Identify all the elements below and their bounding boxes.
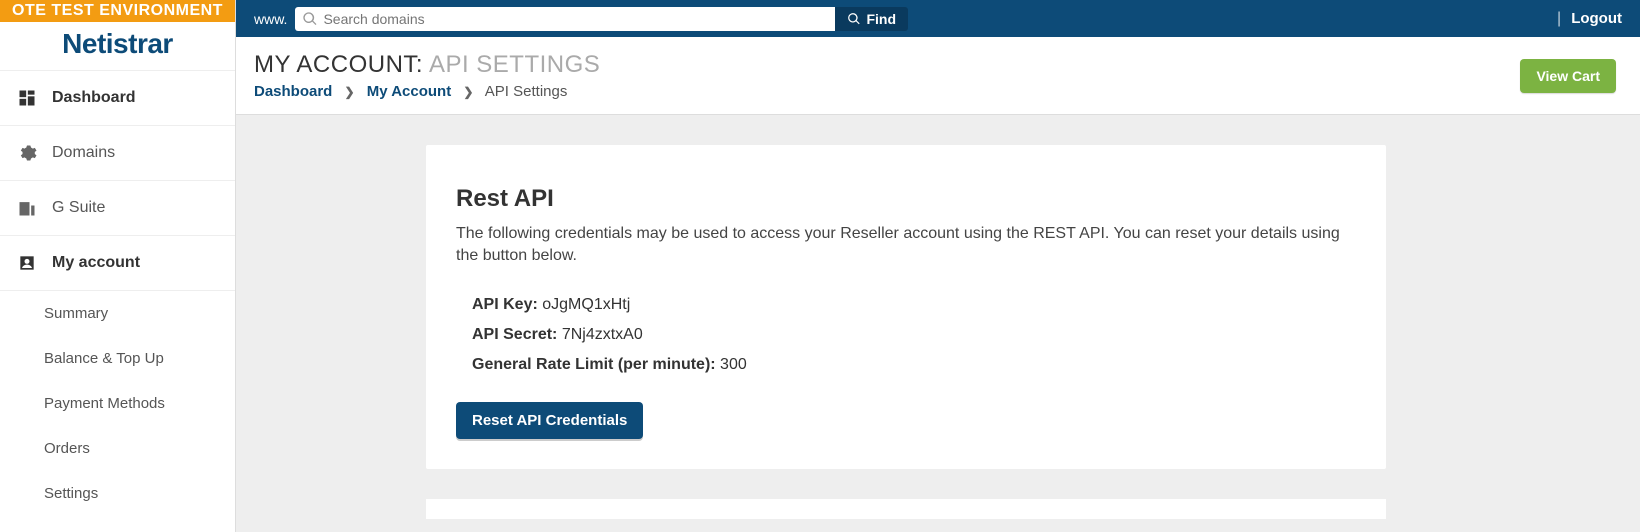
sidebar-item-label: My account [52,254,140,272]
sidebar-item-label: Domains [52,144,115,162]
credential-label: General Rate Limit (per minute): [472,356,716,373]
credential-value: 7Nj4zxtxA0 [562,326,643,343]
rest-api-card: Rest API The following credentials may b… [426,145,1386,469]
credential-label: API Key: [472,296,538,313]
sidebar-item-myaccount[interactable]: My account [0,236,235,291]
find-button[interactable]: Find [835,7,908,31]
env-banner: OTE TEST ENVIRONMENT [0,0,235,22]
sidebar-item-dashboard[interactable]: Dashboard [0,71,235,126]
breadcrumb-myaccount[interactable]: My Account [367,83,451,100]
credential-row: General Rate Limit (per minute): 300 [472,356,1356,374]
header-area: MY ACCOUNT: API SETTINGS Dashboard ❯ My … [236,37,1640,115]
chevron-right-icon: ❯ [345,85,355,99]
dashboard-icon [16,87,38,109]
view-cart-button[interactable]: View Cart [1520,59,1616,93]
gear-icon [16,142,38,164]
credential-row: API Key: oJgMQ1xHtj [472,296,1356,314]
next-card-peek [426,499,1386,519]
page-title: MY ACCOUNT: API SETTINGS [254,51,1520,79]
sidebar-subitem-payment[interactable]: Payment Methods [0,381,235,426]
search-input[interactable] [295,7,835,31]
sidebar-subitem-orders[interactable]: Orders [0,426,235,471]
www-prefix: www. [254,11,287,27]
reset-credentials-button[interactable]: Reset API Credentials [456,402,643,439]
nav: Dashboard Domains G Suite My account [0,70,235,516]
credential-value: 300 [720,356,747,373]
find-button-label: Find [866,11,896,27]
chevron-right-icon: ❯ [463,85,473,99]
page-title-main: MY ACCOUNT: [254,51,423,78]
main: www. Find | Logout MY ACCOUNT: API SETTI… [236,0,1640,532]
logout-link[interactable]: Logout [1571,10,1622,27]
credential-label: API Secret: [472,326,557,343]
credential-row: API Secret: 7Nj4zxtxA0 [472,326,1356,344]
breadcrumb-current: API Settings [485,83,568,100]
breadcrumb: Dashboard ❯ My Account ❯ API Settings [254,83,1520,100]
page-title-sub: API SETTINGS [429,51,600,78]
brand-logo: Netistrar [62,28,173,59]
building-icon [16,197,38,219]
account-icon [16,252,38,274]
search-wrap: Find [295,7,908,31]
sidebar-item-gsuite[interactable]: G Suite [0,181,235,236]
sidebar: OTE TEST ENVIRONMENT Netistrar Dashboard… [0,0,236,532]
sidebar-subitem-settings[interactable]: Settings [0,471,235,516]
credentials-list: API Key: oJgMQ1xHtj API Secret: 7Nj4zxtx… [472,296,1356,374]
topbar-separator: | [1557,10,1561,28]
credential-value: oJgMQ1xHtj [542,296,630,313]
card-description: The following credentials may be used to… [456,223,1356,268]
content-area: Rest API The following credentials may b… [236,115,1640,532]
breadcrumb-dashboard[interactable]: Dashboard [254,83,332,100]
sidebar-subitem-summary[interactable]: Summary [0,291,235,336]
logo-wrap: Netistrar [0,22,235,70]
search-icon [302,11,318,27]
topbar: www. Find | Logout [236,0,1640,37]
card-heading: Rest API [456,185,1356,213]
sidebar-subitem-balance[interactable]: Balance & Top Up [0,336,235,381]
sidebar-item-label: G Suite [52,199,105,217]
sidebar-item-domains[interactable]: Domains [0,126,235,181]
sidebar-item-label: Dashboard [52,89,136,107]
